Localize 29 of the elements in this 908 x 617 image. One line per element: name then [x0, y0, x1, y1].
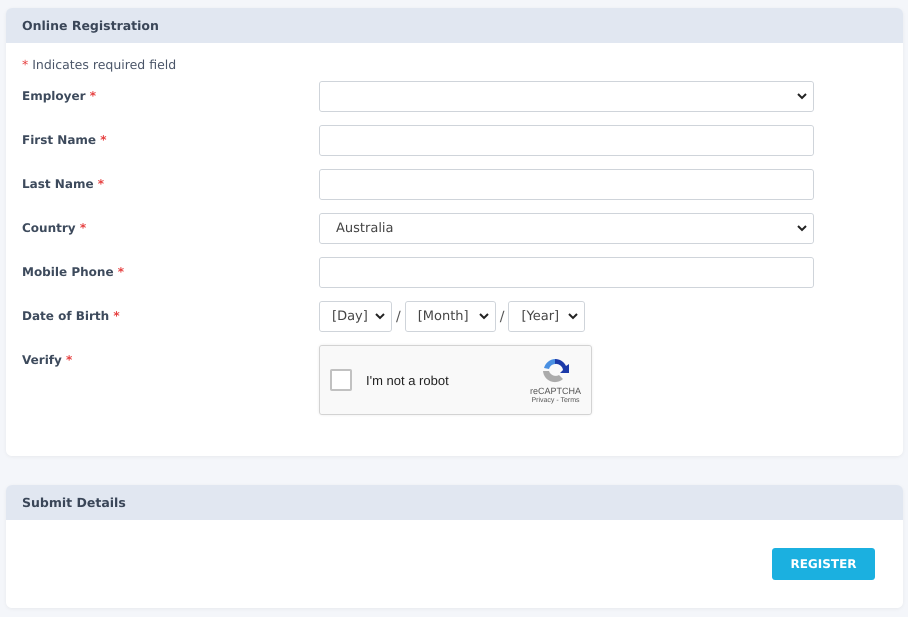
captcha-brand: reCAPTCHA [530, 386, 581, 396]
chevron-down-icon [797, 225, 807, 232]
chevron-down-icon [375, 313, 385, 320]
field-label: Verify * [22, 352, 74, 367]
checkbox[interactable] [330, 369, 352, 391]
required-note: * Indicates required field [22, 57, 178, 72]
field-label: Employer * [22, 88, 97, 103]
field-label: Last Name * [22, 176, 106, 191]
select-field[interactable]: [Day] [319, 301, 392, 332]
field-label: Country * [22, 220, 88, 235]
chevron-down-icon [478, 313, 489, 320]
chevron-down-icon [797, 93, 807, 100]
captcha-label: I'm not a robot [366, 372, 450, 388]
select-field[interactable]: [Year] [508, 301, 586, 332]
field-label: First Name * [22, 132, 108, 147]
select-field[interactable]: [Month] [404, 301, 496, 332]
input-field[interactable] [319, 125, 814, 156]
date-separator: / [500, 308, 504, 324]
field-label: Mobile Phone * [22, 264, 126, 279]
chevron-down-icon [568, 313, 578, 320]
date-separator: / [396, 308, 401, 324]
card-title: Submit Details [22, 495, 126, 510]
select-field[interactable]: Australia [319, 213, 814, 244]
recaptcha-logo-icon [540, 356, 570, 384]
input-field[interactable] [319, 257, 814, 288]
input-field[interactable] [319, 169, 814, 200]
card-title: Online Registration [22, 18, 159, 33]
field-label: Date of Birth * [22, 308, 121, 323]
select-field[interactable] [319, 81, 814, 112]
